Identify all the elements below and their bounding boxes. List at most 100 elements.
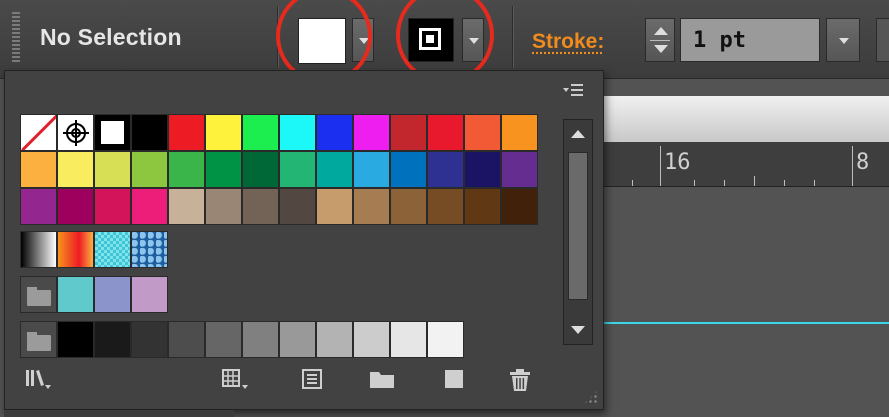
color-swatch[interactable]	[242, 188, 279, 225]
color-swatch[interactable]	[242, 321, 279, 358]
color-swatch[interactable]	[464, 188, 501, 225]
color-swatch[interactable]	[279, 321, 316, 358]
color-swatch[interactable]	[316, 188, 353, 225]
registration-swatch[interactable]	[57, 114, 94, 151]
stroke-weight-field[interactable]: 1 pt	[680, 18, 820, 62]
color-swatch[interactable]	[464, 151, 501, 188]
color-swatch[interactable]	[168, 114, 205, 151]
new-color-group-icon[interactable]	[367, 367, 397, 397]
color-swatch[interactable]	[242, 151, 279, 188]
stroke-weight-dropdown[interactable]	[826, 18, 860, 62]
color-swatch[interactable]	[242, 114, 279, 151]
color-swatch[interactable]	[316, 151, 353, 188]
color-swatch[interactable]	[390, 188, 427, 225]
ruler-tick	[660, 146, 661, 186]
guide-line	[604, 322, 889, 324]
color-swatch[interactable]	[131, 321, 168, 358]
color-swatch[interactable]	[501, 188, 538, 225]
swatch-scrollbar[interactable]	[563, 119, 593, 345]
swatches-panel	[4, 70, 604, 410]
ruler-tick	[814, 180, 815, 186]
color-swatch[interactable]	[168, 321, 205, 358]
color-swatch[interactable]	[390, 114, 427, 151]
selection-label: No Selection	[40, 24, 182, 50]
ruler-tick	[852, 146, 853, 186]
color-swatch[interactable]	[205, 114, 242, 151]
trash-glyph	[510, 369, 530, 391]
panel-menu-icon[interactable]	[561, 81, 585, 103]
color-swatch[interactable]	[205, 188, 242, 225]
show-swatch-kinds-icon[interactable]	[221, 367, 251, 397]
swatch-libraries-icon[interactable]	[23, 367, 53, 397]
swatch-options-glyph	[302, 369, 322, 389]
color-swatch[interactable]	[131, 188, 168, 225]
color-group-folder-icon[interactable]	[20, 276, 57, 313]
decrement-arrow-icon[interactable]	[654, 45, 668, 53]
new-swatch-icon[interactable]	[439, 367, 469, 397]
color-swatch[interactable]	[131, 276, 168, 313]
scroll-up-icon[interactable]	[571, 130, 585, 138]
color-swatch[interactable]	[94, 276, 131, 313]
panel-menu-icon-glyph	[563, 84, 583, 96]
color-swatch[interactable]	[353, 321, 390, 358]
color-swatch[interactable]	[316, 114, 353, 151]
color-swatch[interactable]	[390, 321, 427, 358]
color-swatch[interactable]	[353, 151, 390, 188]
color-swatch[interactable]	[427, 114, 464, 151]
color-swatch[interactable]	[501, 151, 538, 188]
next-control-edge	[876, 18, 889, 62]
grip-handle[interactable]	[12, 12, 20, 62]
color-swatch[interactable]	[131, 151, 168, 188]
color-swatch[interactable]	[279, 188, 316, 225]
white-swatch[interactable]	[94, 114, 131, 151]
folder-glyph	[370, 372, 394, 388]
stepper-divider	[650, 40, 670, 41]
color-swatch[interactable]	[94, 321, 131, 358]
lower-strip	[4, 410, 234, 417]
stroke-label[interactable]: Stroke:	[532, 30, 604, 54]
swatch-row	[20, 151, 550, 188]
increment-arrow-icon[interactable]	[654, 27, 668, 35]
swatch-options-icon[interactable]	[297, 367, 327, 397]
color-swatch[interactable]	[279, 151, 316, 188]
color-swatch[interactable]	[205, 321, 242, 358]
swatch-row	[20, 276, 550, 313]
color-swatch[interactable]	[57, 151, 94, 188]
color-swatch[interactable]	[353, 188, 390, 225]
color-swatch[interactable]	[131, 114, 168, 151]
grad-bw-swatch[interactable]	[20, 231, 57, 268]
color-swatch[interactable]	[205, 151, 242, 188]
color-swatch[interactable]	[501, 114, 538, 151]
color-swatch[interactable]	[57, 188, 94, 225]
new-swatch-glyph	[445, 370, 463, 388]
color-swatch[interactable]	[168, 188, 205, 225]
libraries-glyph	[26, 370, 51, 389]
color-swatch[interactable]	[427, 188, 464, 225]
color-swatch[interactable]	[427, 321, 464, 358]
resize-grip[interactable]	[583, 389, 599, 405]
ruler-number: 8	[856, 150, 870, 175]
color-swatch[interactable]	[94, 188, 131, 225]
delete-swatch-icon[interactable]	[505, 367, 535, 397]
pattern-cyan-swatch[interactable]	[94, 231, 131, 268]
color-swatch[interactable]	[464, 114, 501, 151]
color-swatch[interactable]	[427, 151, 464, 188]
color-swatch[interactable]	[20, 188, 57, 225]
color-swatch[interactable]	[279, 114, 316, 151]
color-swatch[interactable]	[20, 151, 57, 188]
grad-orange-swatch[interactable]	[57, 231, 94, 268]
stroke-weight-stepper[interactable]	[645, 18, 675, 62]
color-swatch[interactable]	[353, 114, 390, 151]
color-swatch[interactable]	[94, 151, 131, 188]
color-swatch[interactable]	[168, 151, 205, 188]
color-swatch[interactable]	[390, 151, 427, 188]
none-swatch[interactable]	[20, 114, 57, 151]
swatch-row	[20, 114, 550, 151]
pattern-blue-swatch[interactable]	[131, 231, 168, 268]
color-swatch[interactable]	[57, 321, 94, 358]
color-swatch[interactable]	[57, 276, 94, 313]
color-swatch[interactable]	[316, 321, 353, 358]
color-group-folder-icon[interactable]	[20, 321, 57, 358]
scroll-thumb[interactable]	[568, 152, 588, 300]
scroll-down-icon[interactable]	[571, 326, 585, 334]
